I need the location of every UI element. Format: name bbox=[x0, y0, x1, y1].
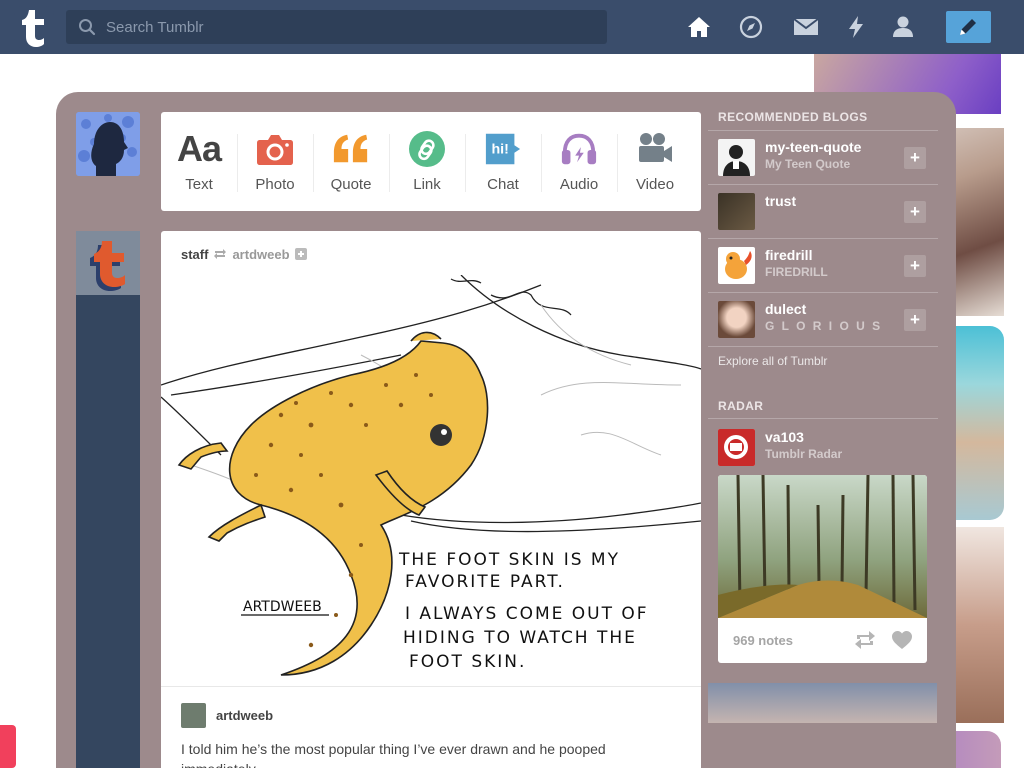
blog-name: trust bbox=[765, 193, 797, 209]
post-audio-button[interactable]: Audio bbox=[541, 112, 617, 211]
divider bbox=[708, 292, 938, 293]
post-type-label: Link bbox=[413, 176, 441, 193]
search-bar[interactable] bbox=[66, 10, 607, 44]
post-chat-button[interactable]: hi! Chat bbox=[465, 112, 541, 211]
blog-avatar bbox=[718, 139, 755, 176]
reblogger-name[interactable]: staff bbox=[181, 247, 208, 262]
follow-button[interactable]: + bbox=[904, 255, 926, 277]
radar-blog-item[interactable]: va103 Tumblr Radar bbox=[718, 427, 928, 469]
divider bbox=[708, 346, 938, 347]
blog-avatar bbox=[718, 193, 755, 230]
divider bbox=[708, 184, 938, 185]
blog-avatar bbox=[718, 301, 755, 338]
notes-count[interactable]: 969 notes bbox=[733, 633, 793, 648]
post-text-button[interactable]: Aa Text bbox=[161, 112, 237, 211]
post-type-label: Audio bbox=[559, 176, 599, 193]
tumblr-logo-icon[interactable] bbox=[14, 6, 54, 48]
home-icon[interactable] bbox=[686, 14, 712, 40]
like-heart-icon[interactable] bbox=[891, 630, 913, 650]
messages-icon[interactable] bbox=[792, 14, 820, 40]
blog-name: firedrill bbox=[765, 247, 813, 263]
camera-icon bbox=[256, 130, 294, 168]
forest-path-photo bbox=[718, 475, 927, 618]
user-avatar[interactable] bbox=[76, 112, 140, 176]
side-tab-button[interactable] bbox=[0, 725, 16, 768]
reblog-icon bbox=[214, 249, 227, 259]
compose-pencil-icon bbox=[960, 19, 976, 35]
post-type-label: Video bbox=[635, 176, 675, 193]
art-lettering-3: I ALWAYS COME OUT OF bbox=[405, 604, 649, 624]
staff-tumblr-avatar-icon bbox=[76, 231, 140, 295]
blog-title: My Teen Quote bbox=[765, 157, 851, 171]
art-lettering-1: THE FOOT SKIN IS MY bbox=[398, 550, 620, 570]
art-lettering-4: HIDING TO WATCH THE bbox=[403, 628, 637, 648]
blog-title: Tumblr Radar bbox=[765, 447, 843, 461]
recommended-blogs-heading: RECOMMENDED BLOGS bbox=[718, 110, 868, 124]
reblog-icon[interactable] bbox=[854, 630, 876, 650]
post-card: staff artdweeb THE FOOT SKIN IS MY FAVOR… bbox=[161, 231, 701, 768]
text-icon: Aa bbox=[176, 128, 222, 169]
blog-name: my-teen-quote bbox=[765, 139, 862, 155]
post-rail bbox=[76, 231, 140, 768]
author-avatar[interactable] bbox=[181, 702, 206, 728]
top-navigation-bar bbox=[0, 0, 1024, 54]
post-type-bar: Aa Text Photo Quote Link hi! Chat Audio … bbox=[161, 112, 701, 211]
silhouette-avatar-icon bbox=[76, 112, 140, 176]
post-header: staff artdweeb bbox=[181, 246, 307, 262]
explore-all-link[interactable]: Explore all of Tumblr bbox=[718, 354, 827, 368]
compose-button[interactable] bbox=[946, 11, 991, 43]
follow-plus-icon[interactable] bbox=[294, 248, 307, 260]
chat-icon: hi! bbox=[484, 130, 522, 168]
gecko-drawing-image: THE FOOT SKIN IS MY FAVORITE PART. I ALW… bbox=[161, 275, 701, 689]
divider bbox=[708, 418, 938, 419]
svg-text:hi!: hi! bbox=[491, 142, 508, 158]
divider bbox=[708, 238, 938, 239]
post-type-label: Quote bbox=[330, 176, 372, 193]
post-photo-button[interactable]: Photo bbox=[237, 112, 313, 211]
blog-title: FIREDRILL bbox=[765, 265, 828, 279]
source-blog-name[interactable]: artdweeb bbox=[232, 247, 289, 262]
search-input[interactable] bbox=[106, 10, 596, 44]
follow-button[interactable]: + bbox=[904, 201, 926, 223]
post-link-button[interactable]: Link bbox=[389, 112, 465, 211]
recommended-blog-item[interactable]: firedrill FIREDRILL bbox=[718, 245, 928, 287]
radar-post-card[interactable]: 969 notes bbox=[718, 475, 927, 663]
recommended-blog-item[interactable]: trust bbox=[718, 191, 928, 233]
blog-title: G L O R I O U S bbox=[765, 319, 883, 333]
video-camera-icon bbox=[636, 130, 674, 168]
activity-lightning-icon[interactable] bbox=[843, 14, 869, 40]
follow-button[interactable]: + bbox=[904, 309, 926, 331]
recommended-blog-item[interactable]: my-teen-quote My Teen Quote bbox=[718, 137, 928, 179]
follow-button[interactable]: + bbox=[904, 147, 926, 169]
post-quote-button[interactable]: Quote bbox=[313, 112, 389, 211]
blog-name: va103 bbox=[765, 429, 804, 445]
background-collage bbox=[708, 683, 937, 723]
account-icon[interactable] bbox=[890, 14, 916, 40]
art-signature: ARTDWEEB bbox=[243, 599, 322, 615]
recommended-blog-item[interactable]: dulect G L O R I O U S bbox=[718, 299, 928, 341]
radar-heading: RADAR bbox=[718, 399, 764, 413]
art-lettering-2: FAVORITE PART. bbox=[405, 572, 565, 592]
headphones-icon bbox=[560, 130, 598, 168]
blog-avatar bbox=[718, 247, 755, 284]
explore-compass-icon[interactable] bbox=[738, 14, 764, 40]
search-icon bbox=[79, 19, 96, 36]
post-type-label: Chat bbox=[487, 176, 519, 193]
staff-avatar[interactable] bbox=[76, 231, 140, 295]
post-divider bbox=[161, 686, 701, 687]
blog-avatar bbox=[718, 429, 755, 466]
art-lettering-5: FOOT SKIN. bbox=[409, 652, 526, 672]
post-type-label: Text bbox=[185, 176, 213, 193]
divider bbox=[708, 130, 938, 131]
post-video-button[interactable]: Video bbox=[617, 112, 693, 211]
link-icon bbox=[408, 130, 446, 168]
quote-icon bbox=[332, 130, 370, 168]
post-type-label: Photo bbox=[255, 176, 295, 193]
blog-name: dulect bbox=[765, 301, 807, 317]
author-name[interactable]: artdweeb bbox=[216, 708, 273, 723]
post-body-text: I told him he’s the most popular thing I… bbox=[181, 741, 606, 768]
post-author[interactable]: artdweeb bbox=[181, 702, 273, 728]
